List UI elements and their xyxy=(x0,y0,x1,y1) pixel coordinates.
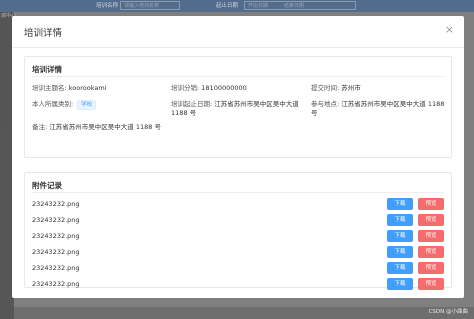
field-submit-time-value: 苏州市 xyxy=(341,84,361,92)
file-name: 23243232.png xyxy=(32,264,80,272)
field-topic-label: 培训主题名: xyxy=(32,84,67,92)
background-filter-date-start: 开始日期 xyxy=(248,3,269,9)
attachments-section-divider xyxy=(32,192,444,193)
field-topic: 培训主题名: koorookami xyxy=(32,84,107,93)
preview-button[interactable]: 预览 xyxy=(418,198,444,210)
field-phone-value: 18100000000 xyxy=(201,84,247,92)
download-button[interactable]: 下载 xyxy=(387,198,413,210)
close-icon[interactable]: × xyxy=(445,23,454,36)
file-name: 23243232.png xyxy=(32,280,80,288)
detail-section-title: 培训详情 xyxy=(32,65,62,74)
modal-title: 培训详情 xyxy=(24,28,63,39)
preview-button[interactable]: 预览 xyxy=(418,214,444,226)
training-detail-modal: 培训详情 × 培训详情 培训主题名: koorookami 培训分销: 1810… xyxy=(12,16,464,298)
download-button[interactable]: 下载 xyxy=(387,278,413,290)
background-filter-label-name: 培训名称 xyxy=(96,3,119,9)
field-submit-time: 提交时间: 苏州市 xyxy=(311,84,361,93)
field-date-range: 培训起止日期: 江苏省苏州市吴中区吴中大道1188 号 xyxy=(171,100,307,118)
field-phone: 培训分销: 18100000000 xyxy=(171,84,247,93)
field-submit-time-label: 提交时间: xyxy=(311,84,340,92)
preview-button[interactable]: 预览 xyxy=(418,246,444,258)
background-footer xyxy=(14,307,474,319)
field-remark-label: 备注: xyxy=(32,123,48,131)
file-row: 23243232.png 下载 预览 xyxy=(32,278,444,292)
background-filter-label-date: 起止日期 xyxy=(216,3,239,9)
background-filter-date-end: 结束日期 xyxy=(283,3,304,9)
download-button[interactable]: 下载 xyxy=(387,214,413,226)
field-phone-label: 培训分销: xyxy=(171,84,200,92)
attachments-section-title: 附件记录 xyxy=(32,181,62,190)
file-row: 23243232.png 下载 预览 xyxy=(32,262,444,276)
field-category: 本人所属类别: 学校 xyxy=(32,100,97,110)
background-filter-name-input: 请输入培训名称 xyxy=(120,1,180,10)
file-row: 23243232.png 下载 预览 xyxy=(32,198,444,212)
preview-button[interactable]: 预览 xyxy=(418,230,444,242)
preview-button[interactable]: 预览 xyxy=(418,278,444,290)
watermark: CSDN @小曲曲 xyxy=(428,309,468,315)
file-row: 23243232.png 下载 预览 xyxy=(32,230,444,244)
field-location: 参与地点: 江苏省苏州市吴中区吴中大道 1188 号 xyxy=(311,100,447,118)
field-remark: 备注: 江苏省苏州市吴中区吴中大道 1188 号 xyxy=(32,123,161,132)
preview-button[interactable]: 预览 xyxy=(418,262,444,274)
category-tag: 学校 xyxy=(77,100,97,110)
file-name: 23243232.png xyxy=(32,200,80,208)
field-location-label: 参与地点: xyxy=(311,100,340,108)
modal-header-divider xyxy=(12,47,464,48)
field-topic-value: koorookami xyxy=(68,84,107,92)
file-row: 23243232.png 下载 预览 xyxy=(32,246,444,260)
attachments-card: 附件记录 23243232.png 下载 预览 23243232.png 下载 … xyxy=(24,172,452,290)
download-button[interactable]: 下载 xyxy=(387,262,413,274)
field-category-label: 本人所属类别: xyxy=(32,100,74,108)
file-name: 23243232.png xyxy=(32,232,80,240)
background-filter-date-input: 开始日期 结束日期 xyxy=(244,1,356,10)
download-button[interactable]: 下载 xyxy=(387,230,413,242)
detail-card: 培训详情 培训主题名: koorookami 培训分销: 18100000000… xyxy=(24,56,452,158)
file-name: 23243232.png xyxy=(32,248,80,256)
file-name: 23243232.png xyxy=(32,216,80,224)
field-date-range-label: 培训起止日期: xyxy=(171,100,213,108)
field-remark-value: 江苏省苏州市吴中区吴中大道 1188 号 xyxy=(49,123,161,131)
download-button[interactable]: 下载 xyxy=(387,246,413,258)
detail-section-divider xyxy=(32,76,444,77)
file-row: 23243232.png 下载 预览 xyxy=(32,214,444,228)
